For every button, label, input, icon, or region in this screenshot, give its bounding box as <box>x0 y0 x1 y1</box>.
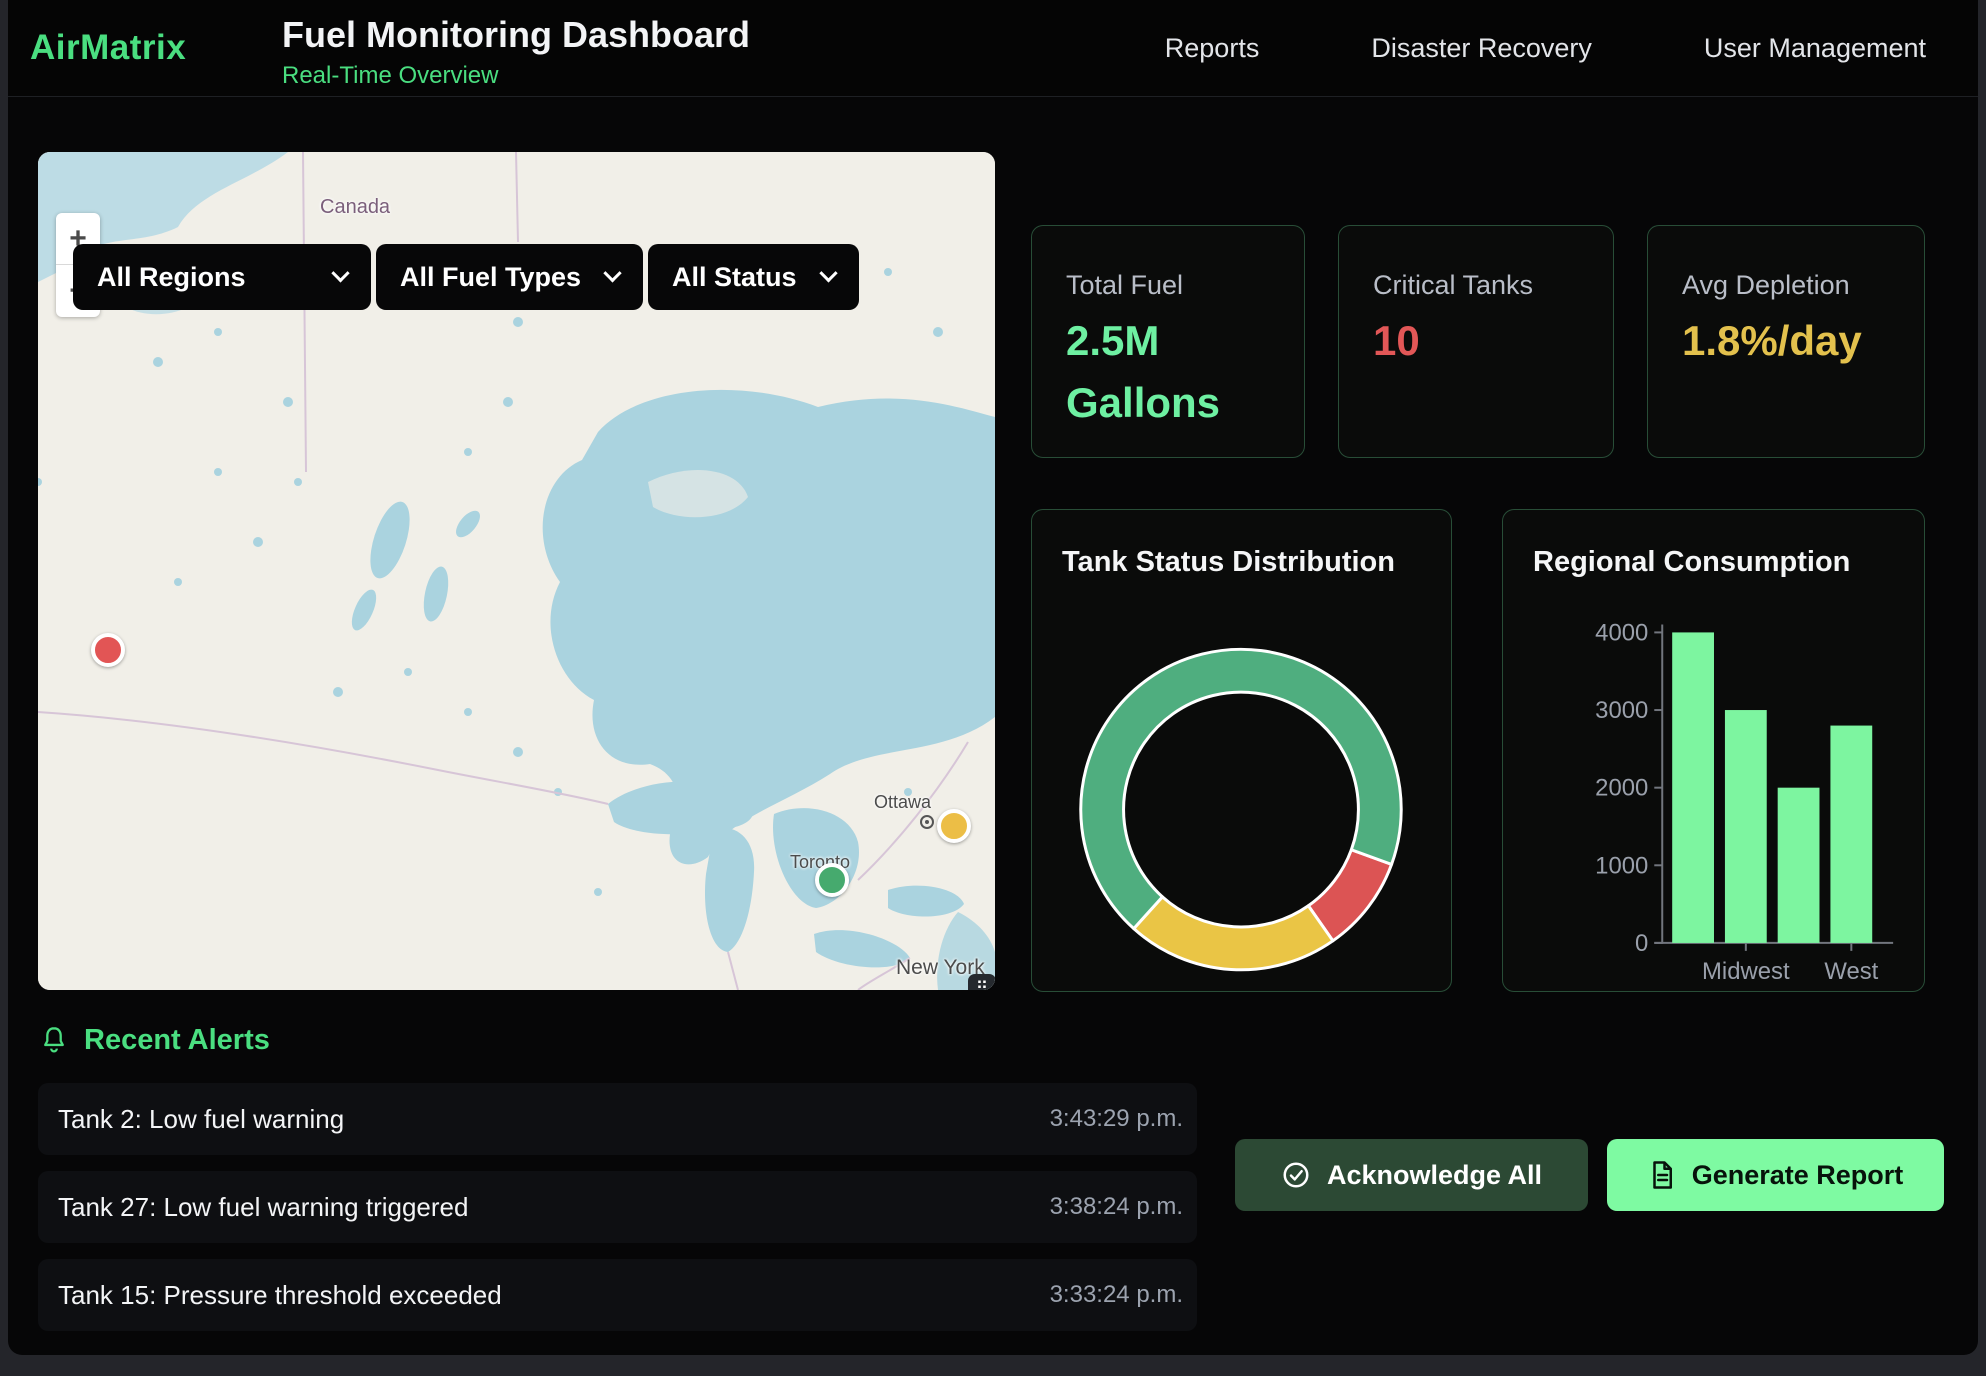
stat-card-critical-tanks: Critical Tanks 10 <box>1338 225 1614 458</box>
chevron-down-icon <box>819 264 837 282</box>
document-icon <box>1648 1160 1676 1190</box>
bar-region-1 <box>1725 710 1767 943</box>
alert-row[interactable]: Tank 2: Low fuel warning 3:43:29 p.m. <box>38 1083 1197 1155</box>
alert-text: Tank 2: Low fuel warning <box>58 1104 344 1135</box>
bar-chart: 0 1000 2000 3000 4000 Midwest West <box>1503 510 1924 991</box>
generate-report-button[interactable]: Generate Report <box>1607 1139 1944 1211</box>
alert-time: 3:43:29 p.m. <box>1050 1105 1183 1133</box>
bar-region-2 <box>1778 788 1820 943</box>
alert-time: 3:38:24 p.m. <box>1050 1193 1183 1221</box>
stat-label: Total Fuel <box>1066 270 1183 301</box>
map-filters: All Regions All Fuel Types All Status <box>73 244 859 310</box>
y-tick-label: 2000 <box>1595 775 1648 802</box>
nav-disaster-recovery[interactable]: Disaster Recovery <box>1371 33 1592 64</box>
alerts-title: Recent Alerts <box>84 1024 270 1057</box>
nav-reports[interactable]: Reports <box>1165 33 1260 64</box>
tank-marker-critical[interactable] <box>91 633 125 667</box>
y-tick-label: 4000 <box>1595 619 1648 646</box>
map-resize-handle[interactable]: ⠿ <box>968 974 995 990</box>
alerts-header: Recent Alerts <box>40 1024 270 1057</box>
grip-dots-icon: ⠿ <box>976 980 988 991</box>
donut-segment-warning <box>1134 897 1333 970</box>
chevron-down-icon <box>603 264 621 282</box>
y-tick-label: 1000 <box>1595 852 1648 879</box>
stat-label: Critical Tanks <box>1373 270 1533 301</box>
map-label-canada: Canada <box>320 196 390 219</box>
alert-text: Tank 15: Pressure threshold exceeded <box>58 1280 502 1311</box>
brand-logo: AirMatrix <box>30 28 186 68</box>
region-filter-value: All Regions <box>97 262 246 293</box>
check-circle-icon <box>1281 1160 1311 1190</box>
status-filter-dropdown[interactable]: All Status <box>648 244 859 310</box>
tank-marker-normal[interactable] <box>815 863 849 897</box>
app-window: AirMatrix Fuel Monitoring Dashboard Real… <box>8 0 1978 1355</box>
y-tick-label: 0 <box>1635 930 1648 957</box>
bar-region-3 <box>1830 726 1872 943</box>
nav-user-management[interactable]: User Management <box>1704 33 1926 64</box>
page-subtitle: Real-Time Overview <box>282 62 750 90</box>
stat-value: 10 <box>1373 310 1583 372</box>
map-panel[interactable]: Canada Ottawa Toronto New York + − All R… <box>38 152 995 990</box>
tank-marker-warning[interactable] <box>937 809 971 843</box>
map-label-ottawa: Ottawa <box>874 792 931 813</box>
region-filter-dropdown[interactable]: All Regions <box>73 244 371 310</box>
bar-region-0 <box>1672 632 1714 943</box>
stat-card-total-fuel: Total Fuel 2.5M Gallons <box>1031 225 1305 458</box>
x-tick-label: West <box>1824 958 1878 985</box>
stat-value: 1.8%/day <box>1682 310 1894 372</box>
alert-row[interactable]: Tank 27: Low fuel warning triggered 3:38… <box>38 1171 1197 1243</box>
bell-icon <box>40 1026 68 1056</box>
main-nav: Reports Disaster Recovery User Managemen… <box>1165 0 1926 97</box>
donut-chart <box>1032 510 1451 991</box>
y-tick-label: 3000 <box>1595 697 1648 724</box>
fuel-type-filter-value: All Fuel Types <box>400 262 581 293</box>
stat-value: 2.5M Gallons <box>1066 310 1274 434</box>
chevron-down-icon <box>331 264 349 282</box>
alert-text: Tank 27: Low fuel warning triggered <box>58 1192 468 1223</box>
header: AirMatrix Fuel Monitoring Dashboard Real… <box>8 0 1978 97</box>
tank-status-card: Tank Status Distribution <box>1031 509 1452 992</box>
title-block: Fuel Monitoring Dashboard Real-Time Over… <box>282 14 750 90</box>
regional-consumption-card: Regional Consumption 01000200030004000Mi… <box>1502 509 1925 992</box>
fuel-type-filter-dropdown[interactable]: All Fuel Types <box>376 244 643 310</box>
page-title: Fuel Monitoring Dashboard <box>282 14 750 56</box>
generate-report-label: Generate Report <box>1692 1160 1904 1191</box>
stat-label: Avg Depletion <box>1682 270 1850 301</box>
alert-time: 3:33:24 p.m. <box>1050 1281 1183 1309</box>
acknowledge-all-button[interactable]: Acknowledge All <box>1235 1139 1588 1211</box>
acknowledge-all-label: Acknowledge All <box>1327 1160 1542 1191</box>
x-tick-label: Midwest <box>1702 958 1790 985</box>
stat-card-avg-depletion: Avg Depletion 1.8%/day <box>1647 225 1925 458</box>
status-filter-value: All Status <box>672 262 797 293</box>
alert-row[interactable]: Tank 15: Pressure threshold exceeded 3:3… <box>38 1259 1197 1331</box>
